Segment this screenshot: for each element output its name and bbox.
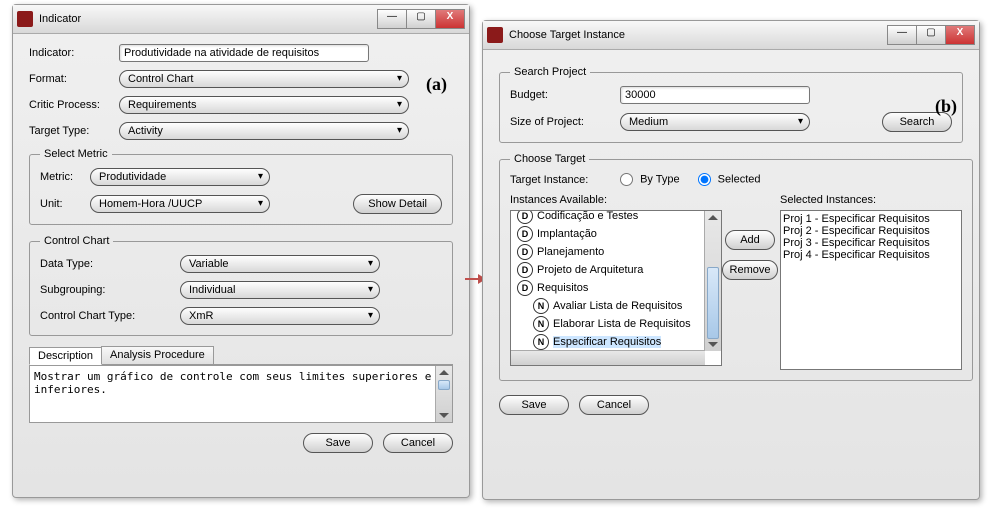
list-item[interactable]: Proj 2 - Especificar Requisitos: [783, 225, 959, 237]
description-text: Mostrar um gráfico de controle com seus …: [34, 370, 431, 396]
titlebar[interactable]: Choose Target Instance — ▢ X: [483, 21, 979, 50]
instances-available-label: Instances Available:: [510, 194, 720, 206]
leaf-node-icon: N: [533, 334, 549, 350]
indicator-label: Indicator:: [29, 47, 119, 59]
control-chart-group: Control Chart Data Type: Variable Subgro…: [29, 235, 453, 336]
size-combo[interactable]: Medium: [620, 113, 810, 131]
search-project-group: Search Project Budget: Size of Project: …: [499, 66, 963, 143]
select-metric-group: Select Metric Metric: Produtividade Unit…: [29, 148, 453, 225]
selected-instances-label: Selected Instances:: [780, 194, 962, 206]
tree-item[interactable]: D Codificação e Testes: [513, 210, 703, 225]
folder-node-icon: D: [517, 244, 533, 260]
data-type-combo[interactable]: Variable: [180, 255, 380, 273]
indicator-window: Indicator — ▢ X (a) Indicator: Format: C…: [12, 4, 470, 498]
cancel-button[interactable]: Cancel: [579, 395, 649, 415]
titlebar[interactable]: Indicator — ▢ X: [13, 5, 469, 34]
close-button[interactable]: X: [945, 25, 975, 45]
metric-combo[interactable]: Produtividade: [90, 168, 270, 186]
instances-tree[interactable]: D Codificação e Testes D Implantação D Planej…: [510, 210, 722, 366]
list-item[interactable]: Proj 4 - Especificar Requisitos: [783, 249, 959, 261]
target-type-label: Target Type:: [29, 125, 119, 137]
tree-item-label: Projeto de Arquitetura: [537, 264, 643, 276]
tree-item-label: Requisitos: [537, 282, 588, 294]
scroll-thumb[interactable]: [438, 380, 450, 390]
critic-process-combo[interactable]: Requirements: [119, 96, 409, 114]
app-icon: [487, 27, 503, 43]
tree-item-label: Avaliar Lista de Requisitos: [553, 300, 682, 312]
remove-button[interactable]: Remove: [722, 260, 778, 280]
cc-type-label: Control Chart Type:: [40, 310, 180, 322]
folder-node-icon: D: [517, 226, 533, 242]
scroll-thumb[interactable]: [707, 267, 719, 339]
tree-item-label: Planejamento: [537, 246, 604, 258]
tree-item-label: Implantação: [537, 228, 597, 240]
app-icon: [17, 11, 33, 27]
select-metric-legend: Select Metric: [40, 148, 112, 160]
tabs: Description Analysis Procedure: [29, 346, 453, 365]
subgrouping-label: Subgrouping:: [40, 284, 180, 296]
leaf-node-icon: N: [533, 298, 549, 314]
radio-by-type[interactable]: By Type: [620, 173, 680, 186]
choose-target-group: Choose Target Target Instance: By Type S…: [499, 153, 973, 381]
choose-target-window: Choose Target Instance — ▢ X (b) Search …: [482, 20, 980, 500]
tree-scrollbar-h[interactable]: [511, 350, 705, 365]
minimize-button[interactable]: —: [887, 25, 917, 45]
tree-item[interactable]: D Requisitos: [513, 279, 703, 297]
tree-scrollbar-v[interactable]: [704, 211, 721, 351]
tree-item[interactable]: N Elaborar Lista de Requisitos: [513, 315, 703, 333]
maximize-button[interactable]: ▢: [916, 25, 946, 45]
unit-label: Unit:: [40, 198, 90, 210]
tree-item[interactable]: N Especificar Requisitos: [513, 333, 703, 351]
figure-label-b: (b): [935, 96, 957, 117]
folder-node-icon: D: [517, 280, 533, 296]
critic-process-label: Critic Process:: [29, 99, 119, 111]
control-chart-legend: Control Chart: [40, 235, 113, 247]
connector-arrow: [465, 278, 479, 280]
indicator-input[interactable]: [119, 44, 369, 62]
cc-type-combo[interactable]: XmR: [180, 307, 380, 325]
list-item[interactable]: Proj 1 - Especificar Requisitos: [783, 213, 959, 225]
leaf-node-icon: N: [533, 316, 549, 332]
choose-target-legend: Choose Target: [510, 153, 589, 165]
tree-item[interactable]: N Avaliar Lista de Requisitos: [513, 297, 703, 315]
window-title: Choose Target Instance: [509, 29, 888, 41]
size-label: Size of Project:: [510, 116, 620, 128]
folder-node-icon: D: [517, 210, 533, 224]
tree-item-label: Elaborar Lista de Requisitos: [553, 318, 691, 330]
search-project-legend: Search Project: [510, 66, 590, 78]
cancel-button[interactable]: Cancel: [383, 433, 453, 453]
tree-item[interactable]: D Implantação: [513, 225, 703, 243]
budget-label: Budget:: [510, 89, 620, 101]
window-title: Indicator: [39, 13, 378, 25]
save-button[interactable]: Save: [303, 433, 373, 453]
save-button[interactable]: Save: [499, 395, 569, 415]
radio-selected[interactable]: Selected: [698, 173, 761, 186]
figure-label-a: (a): [426, 74, 447, 95]
maximize-button[interactable]: ▢: [406, 9, 436, 29]
tree-item[interactable]: D Projeto de Arquitetura: [513, 261, 703, 279]
selected-instances-list[interactable]: Proj 1 - Especificar RequisitosProj 2 - …: [780, 210, 962, 370]
description-textarea[interactable]: Mostrar um gráfico de controle com seus …: [29, 365, 453, 423]
add-button[interactable]: Add: [725, 230, 775, 250]
close-button[interactable]: X: [435, 9, 465, 29]
show-detail-button[interactable]: Show Detail: [353, 194, 442, 214]
tree-item[interactable]: D Planejamento: [513, 243, 703, 261]
data-type-label: Data Type:: [40, 258, 180, 270]
target-type-combo[interactable]: Activity: [119, 122, 409, 140]
format-label: Format:: [29, 73, 119, 85]
tree-item-label: Especificar Requisitos: [553, 336, 661, 348]
folder-node-icon: D: [517, 262, 533, 278]
subgrouping-combo[interactable]: Individual: [180, 281, 380, 299]
scrollbar[interactable]: [435, 366, 452, 422]
list-item[interactable]: Proj 3 - Especificar Requisitos: [783, 237, 959, 249]
tree-item-label: Codificação e Testes: [537, 210, 638, 222]
target-instance-label: Target Instance:: [510, 174, 620, 186]
tab-analysis[interactable]: Analysis Procedure: [101, 346, 214, 364]
unit-combo[interactable]: Homem-Hora /UUCP: [90, 195, 270, 213]
format-combo[interactable]: Control Chart: [119, 70, 409, 88]
tab-description[interactable]: Description: [29, 347, 102, 365]
metric-label: Metric:: [40, 171, 90, 183]
minimize-button[interactable]: —: [377, 9, 407, 29]
budget-input[interactable]: [620, 86, 810, 104]
